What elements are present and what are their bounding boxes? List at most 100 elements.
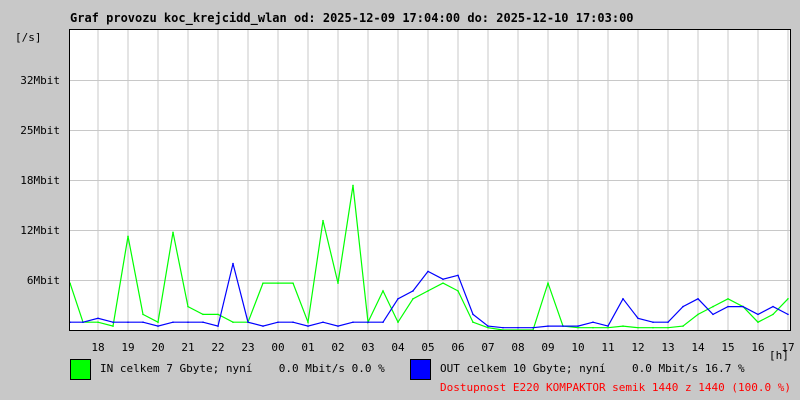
data-point-out [172, 321, 174, 323]
data-point-in [97, 321, 99, 323]
data-point-in [412, 297, 414, 300]
x-tick-label: 01 [301, 341, 315, 354]
data-point-in [697, 313, 699, 316]
x-tick-label: 23 [241, 341, 255, 354]
x-tick-label: 05 [421, 341, 435, 354]
data-point-in [427, 290, 429, 292]
data-point-out [562, 325, 564, 327]
data-point-in [457, 290, 459, 292]
data-point-out [247, 321, 249, 323]
x-axis-unit: [h] [769, 349, 789, 362]
x-tick-label: 04 [391, 341, 405, 354]
data-point-out [667, 321, 669, 323]
data-point-out [292, 321, 294, 323]
data-point-out [637, 317, 639, 320]
x-tick-label: 10 [571, 341, 585, 354]
data-point-in [307, 321, 309, 323]
data-point-in [487, 326, 489, 329]
data-point-out [367, 321, 369, 323]
data-point-out [397, 297, 399, 300]
data-point-in [682, 325, 684, 327]
x-tick-label: 06 [451, 341, 465, 354]
data-point-in [787, 297, 789, 300]
y-tick-label: 6Mbit [26, 273, 60, 287]
data-point-in [157, 321, 159, 323]
x-tick-label: 03 [361, 341, 375, 354]
data-point-out [322, 321, 324, 323]
legend-out-swatch [410, 359, 431, 380]
data-point-in [442, 282, 444, 284]
x-tick-label: 14 [691, 341, 705, 354]
data-point-out [772, 305, 774, 308]
data-point-in [217, 313, 219, 316]
y-tick-label: 25Mbit [20, 123, 60, 137]
data-point-in [472, 321, 474, 323]
data-point-out [97, 317, 99, 320]
x-tick-label: 15 [721, 341, 735, 354]
x-tick-label: 07 [481, 341, 495, 354]
x-tick-label: 11 [601, 341, 615, 354]
data-point-in [592, 326, 594, 329]
data-point-out [577, 325, 579, 327]
legend-in-swatch [70, 359, 91, 380]
data-point-out [262, 325, 264, 327]
data-point-out [712, 313, 714, 316]
data-point-in [277, 282, 279, 284]
data-point-out [217, 325, 219, 327]
data-point-out [682, 305, 684, 308]
data-point-in [622, 325, 624, 327]
x-tick-label: 09 [541, 341, 555, 354]
data-point-in [397, 321, 399, 323]
data-point-out [142, 321, 144, 323]
data-point-out [787, 313, 789, 316]
data-point-out [277, 321, 279, 323]
data-point-in [112, 325, 114, 327]
data-point-out [532, 326, 534, 329]
data-point-out [187, 321, 189, 323]
y-tick-label: 32Mbit [20, 73, 60, 87]
x-tick-label: 20 [151, 341, 165, 354]
data-point-in [772, 313, 774, 316]
data-point-in [652, 326, 654, 329]
data-point-out [442, 278, 444, 281]
data-point-out [472, 313, 474, 316]
data-point-in [232, 321, 234, 323]
data-point-in [172, 231, 174, 234]
data-point-in [142, 313, 144, 316]
x-tick-label: 08 [511, 341, 525, 354]
data-point-in [667, 326, 669, 329]
data-point-out [112, 321, 114, 323]
data-point-out [337, 325, 339, 327]
data-point-in [292, 282, 294, 284]
x-tick-label: 02 [331, 341, 345, 354]
data-point-out [517, 326, 519, 329]
x-tick-label: 13 [661, 341, 675, 354]
data-point-in [322, 219, 324, 222]
availability-text: Dostupnost E220 KOMPAKTOR semik 1440 z 1… [440, 381, 791, 394]
x-tick-label: 18 [91, 341, 105, 354]
data-point-out [607, 325, 609, 327]
x-tick-label: 21 [181, 341, 195, 354]
legend-out-label: OUT celkem 10 Gbyte; nyní 0.0 Mbit/s 16.… [440, 362, 745, 375]
data-point-in [337, 282, 339, 284]
x-tick-label: 22 [211, 341, 225, 354]
data-point-out [652, 321, 654, 323]
data-point-in [757, 321, 759, 323]
data-point-out [232, 262, 234, 265]
data-point-out [757, 313, 759, 316]
data-point-out [382, 321, 384, 323]
data-point-out [592, 321, 594, 323]
data-point-out [82, 321, 84, 323]
traffic-graph: Graf provozu koc_krejcidd_wlan od: 2025-… [0, 0, 800, 400]
x-tick-label: 12 [631, 341, 645, 354]
data-point-in [352, 184, 354, 187]
data-point-out [202, 321, 204, 323]
data-point-out [502, 326, 504, 329]
data-point-in [382, 290, 384, 292]
x-tick-label: 19 [121, 341, 135, 354]
data-point-out [307, 325, 309, 327]
data-point-out [697, 297, 699, 300]
data-point-in [712, 305, 714, 308]
x-tick-label: 00 [271, 341, 285, 354]
data-point-in [607, 326, 609, 329]
